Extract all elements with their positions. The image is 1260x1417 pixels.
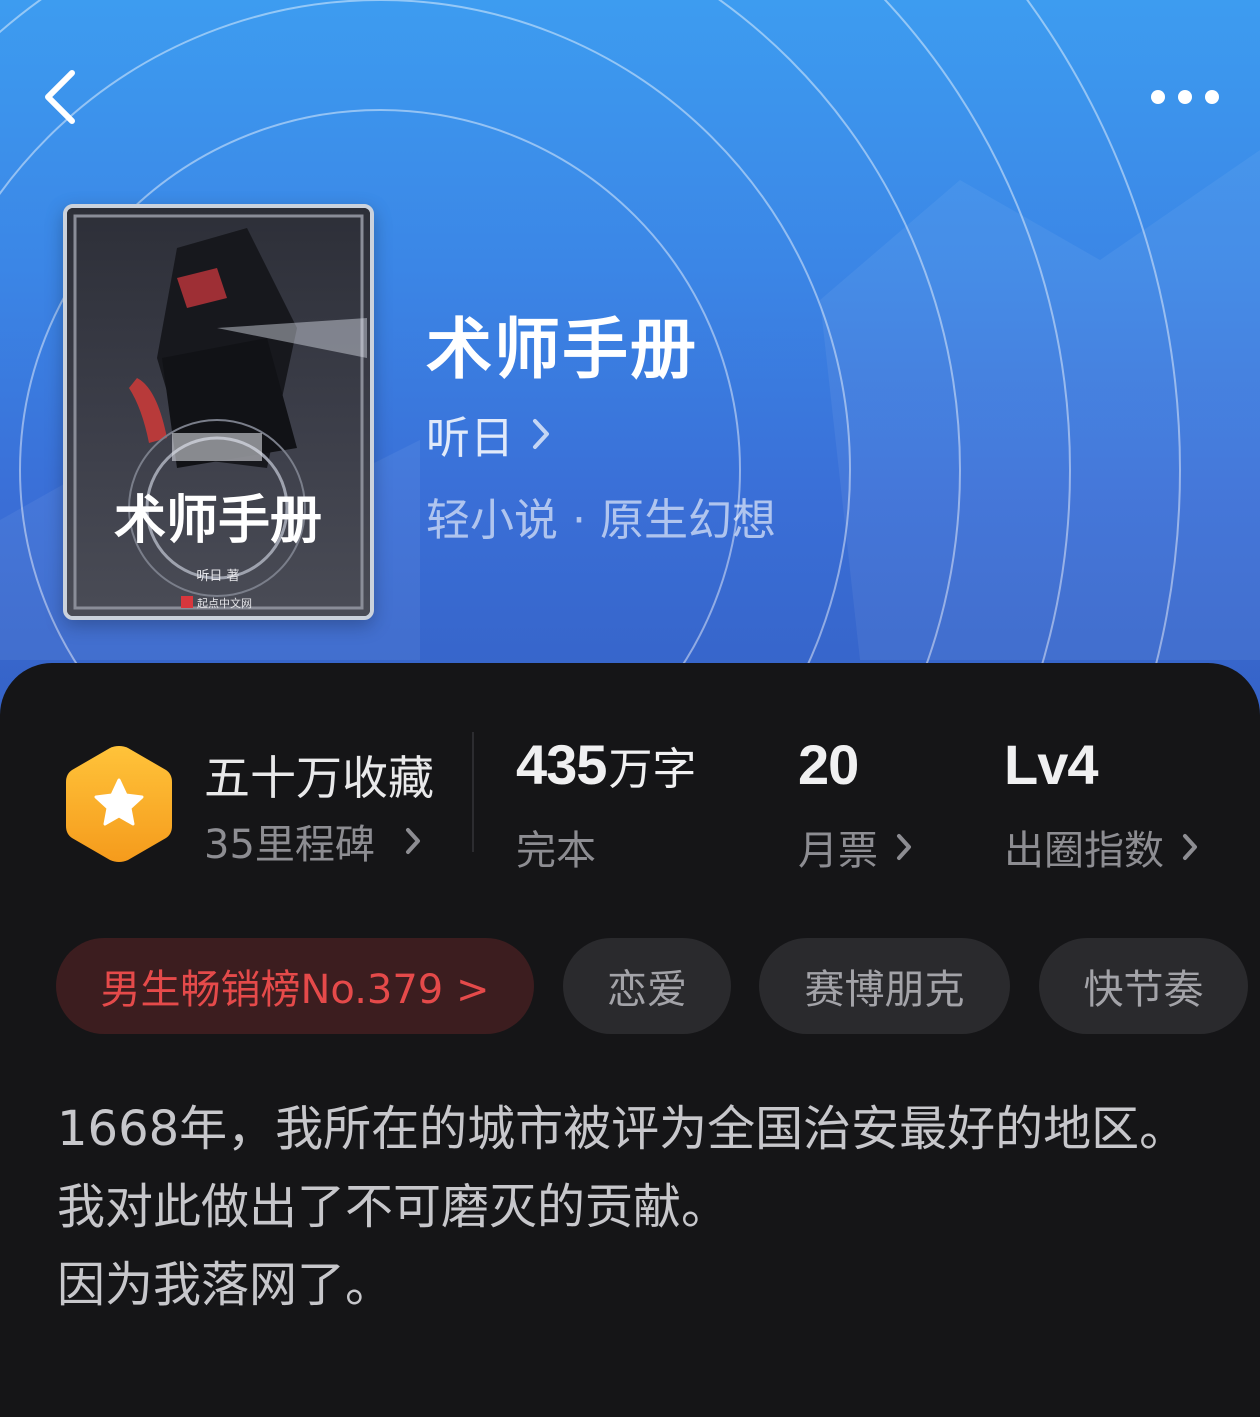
stats-divider — [472, 732, 474, 852]
book-title: 术师手册 — [426, 310, 698, 388]
synopsis-line: 我对此做出了不可磨灭的贡献。 — [57, 1179, 730, 1235]
book-cover[interactable]: 术师手册 听日 著 起点中文网 — [63, 204, 374, 620]
word-count-unit: 万字 — [608, 744, 697, 795]
tag-romance[interactable]: 恋爱 — [563, 938, 731, 1034]
chevron-right-icon — [897, 834, 911, 860]
monthly-votes-number: 20 — [798, 733, 859, 796]
chevron-right-icon — [405, 828, 420, 854]
monthly-votes-label: 月票 — [798, 828, 878, 874]
back-button[interactable] — [30, 62, 90, 132]
tag-fast-paced[interactable]: 快节奏 — [1039, 938, 1248, 1034]
word-count-number: 435 — [516, 733, 607, 796]
milestone-label: 35里程碑 — [204, 822, 375, 868]
influence-label: 出圈指数 — [1004, 828, 1164, 874]
synopsis-line: 因为我落网了。 — [57, 1257, 394, 1313]
genre-line: 轻小说 · 原生幻想 — [426, 495, 776, 546]
more-options-button[interactable] — [1140, 72, 1230, 122]
chevron-right-icon — [533, 419, 549, 449]
book-synopsis[interactable]: 1668年，我所在的城市被评为全国治安最好的地区。 我对此做出了不可磨灭的贡献。… — [57, 1090, 1207, 1324]
cover-author-line: 听日 著 — [196, 569, 239, 584]
synopsis-line: 1668年，我所在的城市被评为全国治安最好的地区。 — [57, 1101, 1188, 1157]
chevron-right-icon — [1183, 834, 1197, 860]
collections-label: 五十万收藏 — [204, 751, 434, 805]
tag-cyberpunk[interactable]: 赛博朋克 — [759, 938, 1010, 1034]
completion-status: 完本 — [516, 828, 596, 874]
more-horizontal-icon — [1151, 90, 1165, 104]
influence-level: Lv4 — [1004, 733, 1098, 796]
cover-publisher: 起点中文网 — [197, 596, 252, 610]
star-hexagon-icon — [66, 746, 172, 862]
cover-title-art: 术师手册 — [114, 490, 322, 551]
author-link[interactable]: 听日 — [426, 402, 550, 466]
book-hero-header: 术师手册 听日 著 起点中文网 术师手册 听日 轻小说 · 原生幻想 — [0, 0, 1260, 760]
chevron-left-icon — [45, 70, 75, 124]
author-name: 听日 — [426, 413, 514, 464]
rank-tag[interactable]: 男生畅销榜No.379 > — [56, 938, 534, 1034]
